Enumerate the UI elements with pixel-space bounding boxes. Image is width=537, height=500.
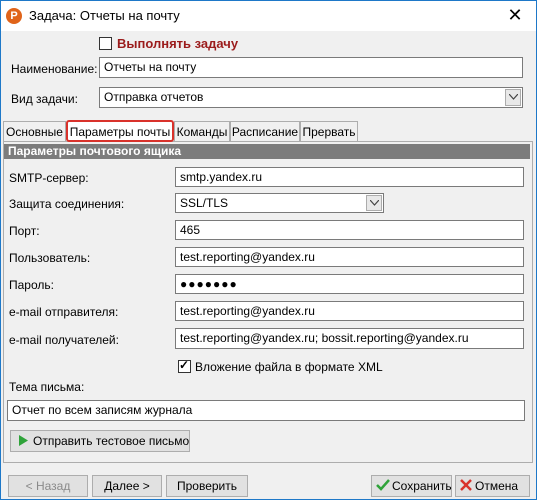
sender-field[interactable]: test.reporting@yandex.ru (175, 301, 524, 321)
port-field[interactable]: 465 (175, 220, 524, 240)
security-label: Защита соединения: (9, 197, 125, 211)
sender-label: e-mail отправителя: (9, 305, 119, 319)
window-title: Задача: Отчеты на почту (29, 8, 180, 23)
chevron-down-icon[interactable] (505, 89, 521, 106)
tab-main[interactable]: Основные (3, 121, 66, 141)
task-type-label: Вид задачи: (11, 92, 78, 106)
task-type-value: Отправка отчетов (104, 90, 204, 104)
security-value: SSL/TLS (180, 196, 229, 210)
chevron-down-icon[interactable] (366, 195, 382, 211)
tab-mail-settings[interactable]: Параметры почты (66, 120, 174, 142)
next-button[interactable]: Далее > (92, 475, 162, 497)
subject-label: Тема письма: (9, 380, 85, 394)
tab-schedule[interactable]: Расписание (230, 121, 300, 141)
save-button[interactable]: Сохранить (371, 475, 452, 497)
task-type-select[interactable]: Отправка отчетов (99, 87, 523, 108)
send-test-mail-label: Отправить тестовое письмо (33, 434, 190, 448)
password-label: Пароль: (9, 278, 54, 292)
cancel-button[interactable]: Отмена (455, 475, 530, 497)
check-button[interactable]: Проверить (166, 475, 248, 497)
recipients-field[interactable]: test.reporting@yandex.ru; bossit.reporti… (175, 328, 524, 349)
tab-commands[interactable]: Команды (174, 121, 230, 141)
back-button[interactable]: < Назад (8, 475, 88, 497)
smtp-field[interactable]: smtp.yandex.ru (175, 167, 524, 187)
cancel-label: Отмена (475, 479, 519, 493)
section-header: Параметры почтового ящика (4, 144, 530, 159)
close-icon[interactable]: ✕ (503, 3, 527, 27)
xml-attachment-checkbox[interactable] (178, 358, 191, 373)
name-label: Наименование: (11, 62, 98, 76)
smtp-label: SMTP-сервер: (9, 171, 89, 185)
name-field[interactable]: Отчеты на почту (99, 57, 523, 78)
title-bar: P Задача: Отчеты на почту ✕ (0, 0, 537, 31)
security-select[interactable]: SSL/TLS (175, 193, 384, 213)
execute-task-checkbox[interactable] (99, 37, 112, 50)
xml-attachment-label: Вложение файла в формате XML (195, 360, 383, 374)
send-test-mail-button[interactable]: Отправить тестовое письмо (10, 430, 190, 452)
tab-abort[interactable]: Прервать (300, 121, 358, 141)
password-field[interactable]: ●●●●●●● (175, 274, 524, 294)
execute-task-label: Выполнять задачу (117, 36, 239, 51)
checkmark-icon (376, 477, 390, 497)
save-label: Сохранить (392, 479, 452, 493)
play-icon (19, 432, 28, 452)
user-field[interactable]: test.reporting@yandex.ru (175, 247, 524, 267)
subject-field[interactable]: Отчет по всем записям журнала (7, 400, 525, 421)
app-icon: P (6, 8, 22, 24)
cross-icon (460, 477, 472, 497)
port-label: Порт: (9, 224, 40, 238)
recipients-label: e-mail получателей: (9, 333, 119, 347)
user-label: Пользователь: (9, 251, 91, 265)
